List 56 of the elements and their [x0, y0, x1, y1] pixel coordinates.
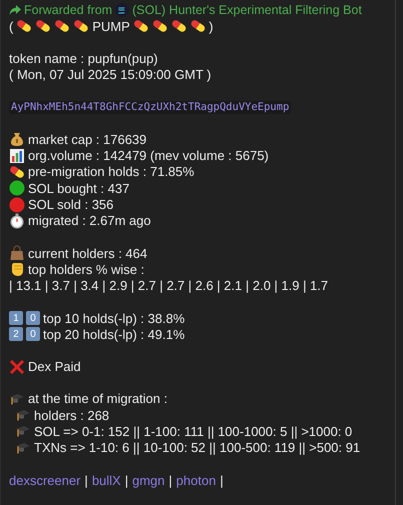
graduation-cap-icon: [15, 423, 31, 440]
date-text: ( Mon, 07 Jul 2025 15:09:00 GMT ): [9, 67, 212, 82]
pill-icon: [9, 164, 25, 180]
link[interactable]: bullX: [92, 472, 121, 488]
circle-icon: [9, 196, 25, 213]
token-address[interactable]: AyPNhxMEh5n44T8GhFCCzQzUXh2tTRagpQduVYeEpump: [9, 100, 292, 114]
info-text: | 13.1 | 3.7 | 3.4 | 2.9 | 2.7 | 2.7 | 2.6 | 2.1 | 2.0 | 1.9 | 1.7: [9, 278, 328, 294]
stopwatch-icon: [9, 212, 25, 229]
link[interactable]: dexscreener: [9, 472, 81, 488]
info-text: current holders : 464: [28, 246, 148, 261]
keycap-icon: 2: [9, 327, 23, 342]
keycap-icon: 1: [9, 311, 23, 325]
link-separator: |: [168, 472, 172, 488]
info-text: SOL => 0-1: 152 || 1-100: 111 || 100-1000: 5 || >1000: 0: [34, 424, 352, 439]
info-text: migrated : 2.67m ago: [28, 213, 151, 228]
link-separator: |: [220, 472, 224, 488]
link[interactable]: photon: [176, 472, 216, 488]
info-text: org.volume : 142479 (mev volume : 5675): [28, 148, 269, 164]
bar-chart-icon: [9, 148, 25, 164]
pill-icon: [16, 18, 32, 34]
keycap-icon: 0: [26, 327, 40, 342]
forward-source-link[interactable]: (SOL) Hunter's Experimental Filtering Bot: [132, 3, 362, 17]
info-text: SOL sold : 356: [28, 197, 114, 212]
info-text: top 10 holds(-lp) : 38.8%: [43, 310, 185, 326]
graduation-cap-icon: [15, 407, 31, 424]
token-name: token name : pupfun(pup): [9, 50, 158, 66]
info-text: top 20 holds(-lp) : 49.1%: [43, 326, 185, 342]
pill-icon: [73, 18, 90, 34]
info-text: at the time of migration :: [28, 391, 168, 406]
link-separator: |: [124, 472, 128, 488]
bot-avatar-icon: [115, 3, 130, 17]
title-text: PUMP: [92, 18, 130, 34]
info-text: top holders % wise :: [28, 262, 144, 277]
info-text: SOL bought : 437: [28, 180, 130, 196]
pill-icon: [35, 18, 52, 34]
info-text: TXNs => 1-10: 6 || 10-100: 52 || 100-500: 119 || >500: 91: [34, 440, 360, 456]
info-text: Dex Paid: [28, 359, 81, 374]
circle-icon: [9, 180, 25, 196]
title-text: ): [208, 18, 214, 34]
title-text: (: [9, 18, 14, 34]
cross-icon: [9, 358, 25, 375]
forwarded-label: Forwarded from: [24, 3, 112, 17]
pill-icon: [152, 18, 168, 34]
keycap-icon: 0: [26, 311, 40, 325]
forward-arrow-icon: [9, 4, 21, 16]
link[interactable]: gmgn: [132, 472, 165, 488]
info-text: holders : 268: [34, 408, 110, 423]
pill-icon: [54, 18, 70, 34]
money-bag-icon: [9, 131, 25, 148]
pill-icon: [170, 18, 187, 34]
info-text: market cap : 176639: [28, 132, 147, 147]
handbag-icon: [9, 245, 25, 262]
pill-icon: [132, 18, 149, 34]
pill-icon: [190, 18, 206, 34]
info-text: pre-migration holds : 71.85%: [28, 164, 194, 180]
link-separator: |: [84, 472, 88, 488]
